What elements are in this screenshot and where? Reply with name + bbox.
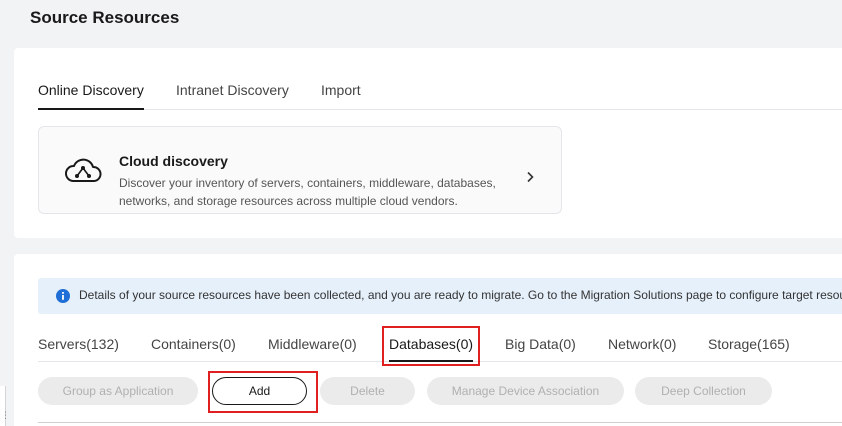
info-banner: Details of your source resources have be… [38, 278, 842, 314]
tab-import[interactable]: Import [321, 82, 361, 98]
tab-online-discovery[interactable]: Online Discovery [38, 82, 144, 110]
tab-network[interactable]: Network(0) [608, 336, 676, 352]
cloud-discovery-entry[interactable]: Cloud discovery Discover your inventory … [38, 126, 562, 214]
highlight-add-button [208, 371, 318, 413]
tab-containers[interactable]: Containers(0) [151, 336, 236, 352]
delete-button[interactable]: Delete [320, 377, 415, 405]
tab-big-data[interactable]: Big Data(0) [505, 336, 576, 352]
info-icon [56, 289, 70, 303]
tab-storage[interactable]: Storage(165) [708, 336, 790, 352]
tab-intranet-discovery[interactable]: Intranet Discovery [176, 82, 289, 98]
cloud-discovery-title: Cloud discovery [119, 153, 228, 169]
tab-middleware[interactable]: Middleware(0) [268, 336, 357, 352]
cloud-network-icon [65, 158, 102, 182]
highlight-databases-tab [382, 326, 480, 366]
table-header-border [38, 422, 842, 423]
deep-collection-button[interactable]: Deep Collection [635, 377, 772, 405]
chevron-right-icon[interactable] [525, 171, 535, 183]
info-banner-text: Details of your source resources have be… [79, 288, 842, 302]
group-as-application-button[interactable]: Group as Application [38, 377, 198, 405]
page-title: Source Resources [30, 8, 180, 27]
discovery-tabs: Online Discovery Intranet Discovery Impo… [38, 74, 842, 110]
cloud-discovery-description: Discover your inventory of servers, cont… [119, 176, 496, 208]
manage-device-association-button[interactable]: Manage Device Association [427, 377, 624, 405]
tab-servers[interactable]: Servers(132) [38, 336, 119, 352]
collapsed-side-panel[interactable]: ⋮ [0, 386, 10, 426]
resources-card: Details of your source resources have be… [14, 254, 842, 426]
discovery-card: Online Discovery Intranet Discovery Impo… [14, 48, 842, 238]
side-panel-handle-icon: ⋮ [1, 410, 10, 420]
